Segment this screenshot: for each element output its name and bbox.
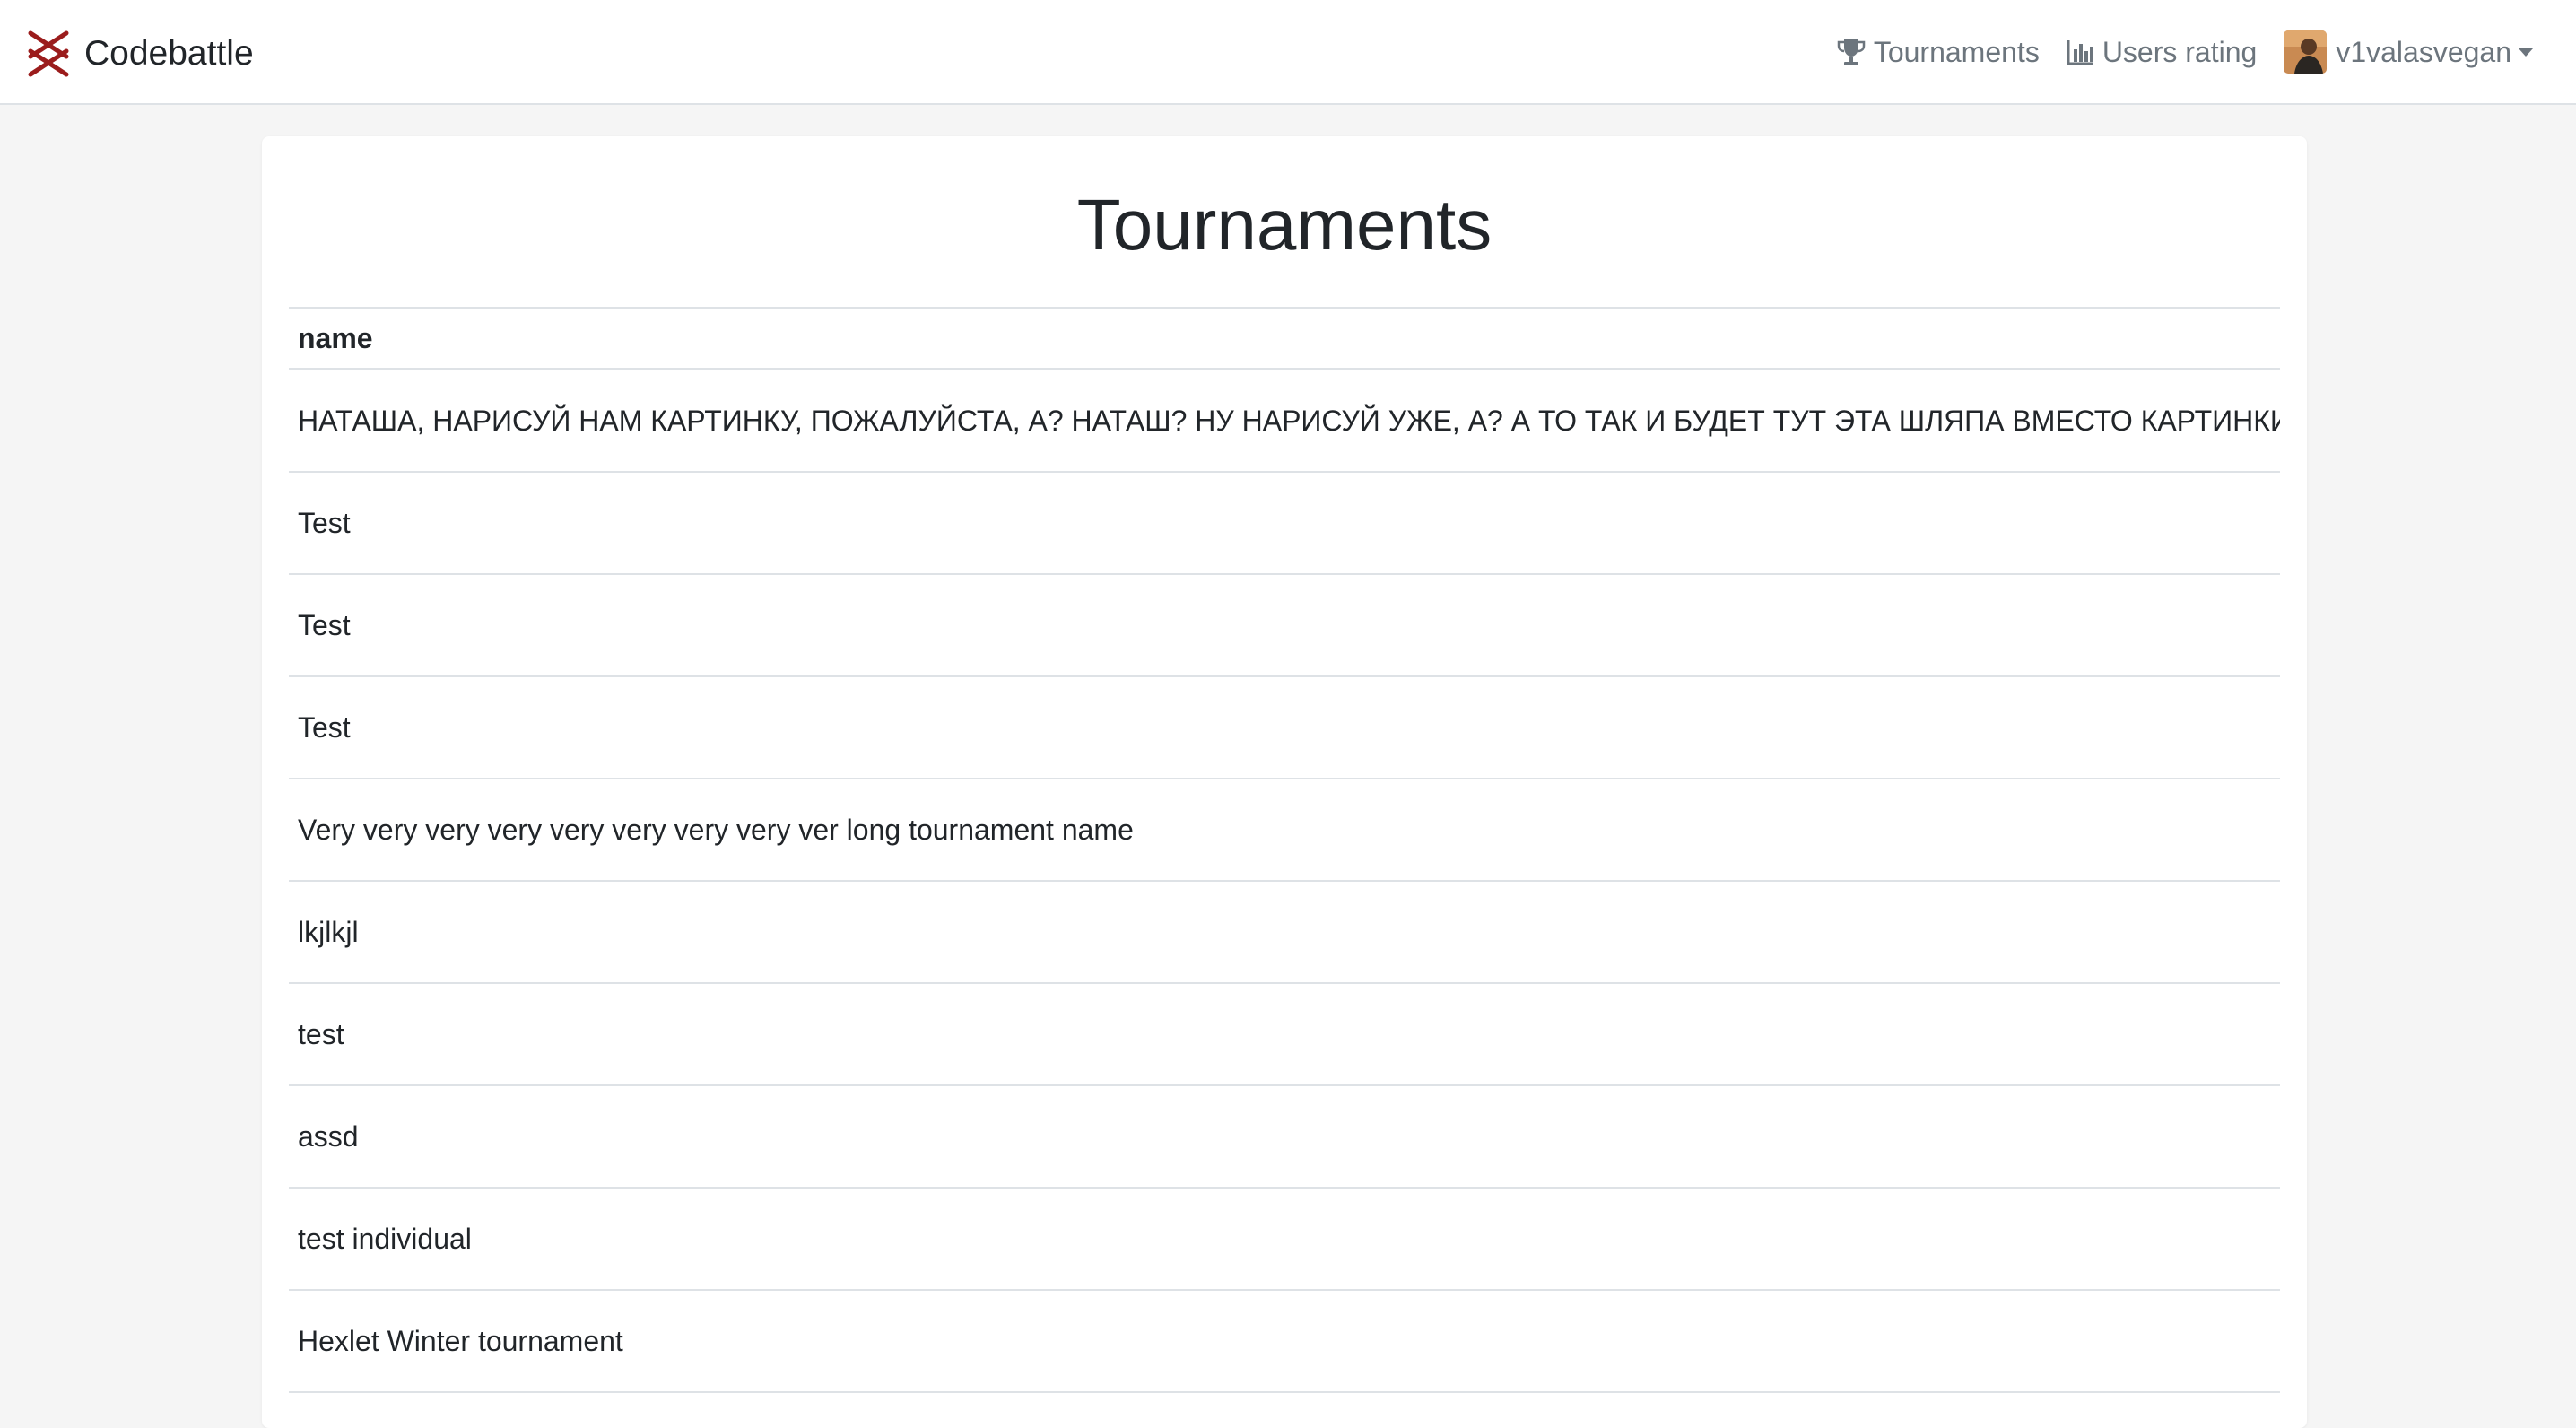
- tournaments-table-container: name НАТАША, НАРИСУЙ НАМ КАРТИНКУ, ПОЖАЛ…: [289, 307, 2280, 1393]
- tournament-name-cell[interactable]: Very very very very very very very very …: [289, 779, 2280, 882]
- table-row[interactable]: Test: [289, 574, 2280, 677]
- bar-chart-icon: [2067, 39, 2095, 65]
- user-name: v1valasvegan: [2336, 36, 2511, 68]
- nav-menu: Tournaments Users rating v1valasvegan: [1809, 25, 2533, 79]
- caret-down-icon: [2519, 48, 2533, 57]
- tournament-name-cell[interactable]: НАТАША, НАРИСУЙ НАМ КАРТИНКУ, ПОЖАЛУЙСТА…: [289, 369, 2280, 473]
- column-header-name: name: [289, 307, 2280, 370]
- tournament-name-cell[interactable]: Hexlet Winter tournament: [289, 1290, 2280, 1393]
- table-row[interactable]: Test: [289, 472, 2280, 575]
- table-row[interactable]: test individual: [289, 1188, 2280, 1291]
- trophy-icon: [1836, 37, 1867, 67]
- nav-link-users-rating-label: Users rating: [2102, 36, 2258, 68]
- tournament-name-cell[interactable]: Test: [289, 574, 2280, 677]
- table-row[interactable]: lkjlkjl: [289, 881, 2280, 984]
- tournaments-card: Tournaments name НАТАША, НАРИСУЙ НАМ КАР…: [262, 136, 2307, 1428]
- table-row[interactable]: Hexlet Winter tournament: [289, 1290, 2280, 1393]
- tournament-name-cell[interactable]: Test: [289, 472, 2280, 575]
- brand-name: Codebattle: [84, 34, 254, 73]
- tournament-name-cell[interactable]: lkjlkjl: [289, 881, 2280, 984]
- tournament-name-cell[interactable]: assd: [289, 1085, 2280, 1189]
- user-menu-dropdown[interactable]: v1valasvegan: [2284, 25, 2533, 79]
- nav-link-users-rating[interactable]: Users rating: [2067, 25, 2258, 79]
- table-row[interactable]: Test: [289, 676, 2280, 779]
- tournament-name-cell[interactable]: test individual: [289, 1188, 2280, 1291]
- brand-link[interactable]: Codebattle: [25, 27, 254, 81]
- codebattle-logo-icon: [28, 30, 69, 77]
- table-row[interactable]: assd: [289, 1085, 2280, 1189]
- table-row[interactable]: Very very very very very very very very …: [289, 779, 2280, 882]
- table-header-row: name: [289, 307, 2280, 370]
- nav-link-tournaments[interactable]: Tournaments: [1836, 25, 2040, 79]
- avatar: [2284, 30, 2328, 74]
- navbar: Codebattle Tournaments Users rating v1va…: [0, 0, 2576, 105]
- nav-link-tournaments-label: Tournaments: [1873, 36, 2040, 68]
- tournaments-table: name НАТАША, НАРИСУЙ НАМ КАРТИНКУ, ПОЖАЛ…: [289, 307, 2280, 1393]
- tournament-name-cell[interactable]: test: [289, 983, 2280, 1086]
- tournament-name-cell[interactable]: Test: [289, 676, 2280, 779]
- table-row[interactable]: НАТАША, НАРИСУЙ НАМ КАРТИНКУ, ПОЖАЛУЙСТА…: [289, 369, 2280, 473]
- page-title: Tournaments: [1076, 185, 1493, 265]
- table-row[interactable]: test: [289, 983, 2280, 1086]
